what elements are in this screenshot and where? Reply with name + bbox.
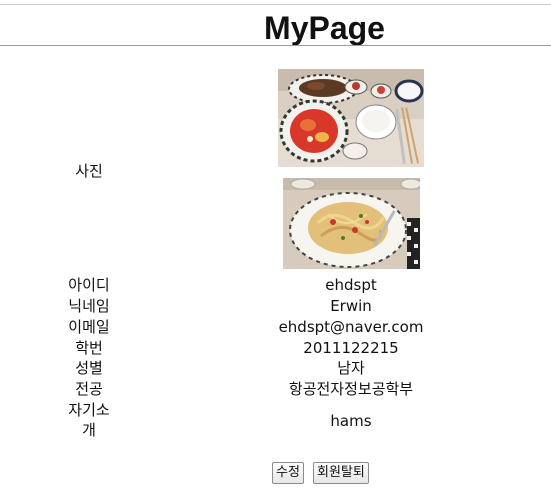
page-title: MyPage	[264, 10, 385, 46]
food-photo-icon	[283, 178, 420, 269]
title-divider	[0, 45, 551, 46]
top-divider	[0, 4, 551, 5]
intro-label: 자기소 개	[59, 400, 119, 440]
major-value: 항공전자정보공학부	[288, 380, 414, 398]
gender-value: 남자	[337, 359, 365, 377]
intro-label-line2: 개	[82, 421, 96, 439]
id-value: ehdspt	[325, 276, 377, 294]
intro-label-line1: 자기소	[68, 401, 110, 419]
major-label: 전공	[75, 380, 103, 398]
withdraw-button[interactable]: 회원탈퇴	[313, 462, 369, 484]
id-label: 아이디	[68, 276, 110, 294]
email-label: 이메일	[68, 318, 110, 336]
gender-label: 성별	[75, 359, 103, 377]
student-id-value: 2011122215	[303, 339, 399, 357]
nickname-label: 닉네임	[68, 297, 110, 315]
photo-label: 사진	[75, 162, 103, 180]
nickname-value: Erwin	[330, 297, 372, 315]
edit-button[interactable]: 수정	[272, 462, 304, 484]
intro-value: hams	[330, 412, 372, 430]
profile-photo-1	[278, 69, 424, 167]
mypage: MyPage 사진 아이디 ehdspt 닉네임 Erwin 이메일 ehdsp…	[0, 0, 551, 498]
profile-photo-2	[283, 178, 420, 269]
email-value: ehdspt@naver.com	[278, 318, 424, 336]
student-id-label: 학번	[75, 339, 103, 357]
food-photo-icon	[278, 69, 424, 167]
